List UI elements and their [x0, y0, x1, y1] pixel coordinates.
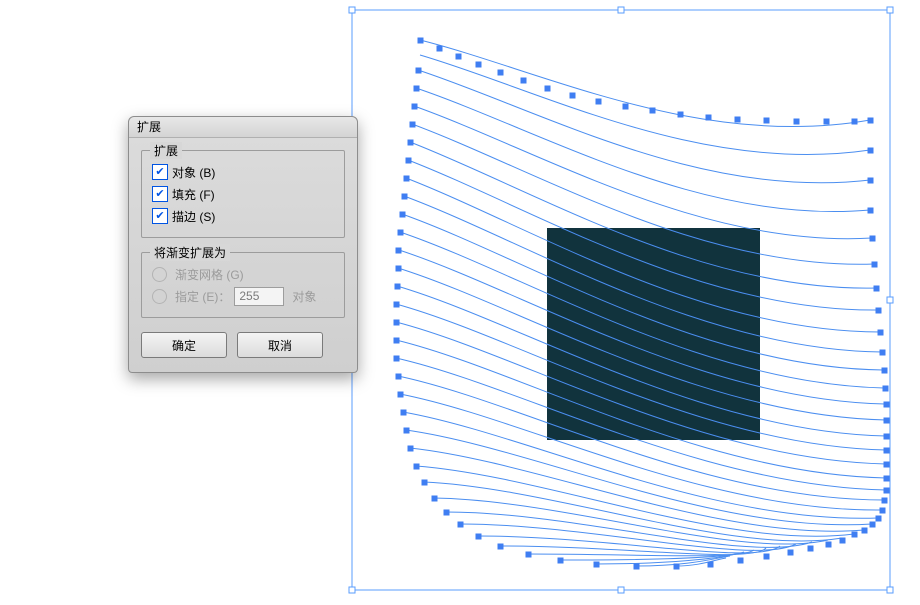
bbox-handle[interactable] — [887, 7, 893, 13]
checkbox-stroke[interactable] — [152, 208, 168, 224]
bbox-handle[interactable] — [349, 587, 355, 593]
anchor-points-top — [418, 38, 873, 124]
gradient-expand-group: 将渐变扩展为 渐变网格 (G) 指定 (E)： 255 对象 — [141, 252, 345, 318]
specify-count-input: 255 — [234, 287, 284, 306]
specify-unit-label: 对象 — [292, 288, 316, 305]
gradient-group-legend: 将渐变扩展为 — [150, 244, 230, 261]
ok-button[interactable]: 确定 — [141, 332, 227, 358]
expand-dialog: 扩展 扩展 对象 (B) 填充 (F) 描边 (S) 将渐变扩展为 渐变网格 (… — [128, 116, 358, 373]
anchor-points-right — [852, 148, 889, 537]
expand-group-legend: 扩展 — [150, 142, 182, 159]
checkbox-fill[interactable] — [152, 186, 168, 202]
bbox-handle[interactable] — [887, 587, 893, 593]
bbox-handle[interactable] — [618, 7, 624, 13]
checkbox-object[interactable] — [152, 164, 168, 180]
dialog-title[interactable]: 扩展 — [129, 117, 357, 138]
bbox-handle[interactable] — [349, 7, 355, 13]
expand-group: 扩展 对象 (B) 填充 (F) 描边 (S) — [141, 150, 345, 238]
cancel-button[interactable]: 取消 — [237, 332, 323, 358]
checkbox-object-label: 对象 (B) — [172, 164, 215, 181]
checkbox-stroke-label: 描边 (S) — [172, 208, 215, 225]
dark-rectangle-object[interactable] — [547, 228, 760, 440]
radio-specify-prefix: 指定 (E)： — [175, 288, 230, 305]
bbox-handle[interactable] — [618, 587, 624, 593]
radio-gradient-mesh-label: 渐变网格 (G) — [175, 266, 244, 283]
checkbox-fill-label: 填充 (F) — [172, 186, 215, 203]
radio-specify — [152, 289, 167, 304]
bbox-handle[interactable] — [887, 297, 893, 303]
radio-gradient-mesh — [152, 267, 167, 282]
